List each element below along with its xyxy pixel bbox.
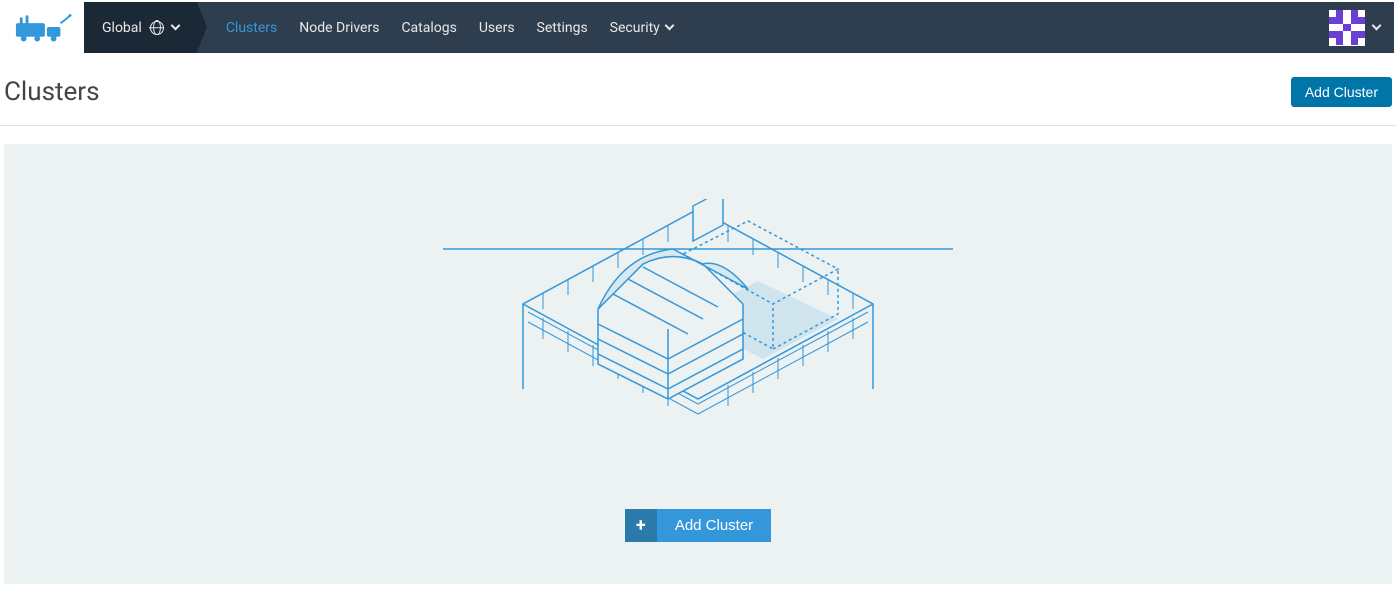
logo[interactable]	[2, 2, 84, 53]
plus-icon[interactable]: +	[625, 509, 657, 542]
nav-item-label: Security	[610, 20, 660, 36]
global-label: Global	[102, 20, 142, 36]
page-header: Clusters Add Cluster	[0, 55, 1396, 126]
chevron-down-icon	[664, 21, 674, 31]
nav-catalogs[interactable]: Catalogs	[390, 2, 467, 53]
chevron-down-icon	[170, 21, 180, 31]
user-menu[interactable]	[1315, 2, 1394, 53]
nav-node-drivers[interactable]: Node Drivers	[288, 2, 390, 53]
nav-users[interactable]: Users	[468, 2, 526, 53]
global-scope-selector[interactable]: Global	[84, 2, 197, 53]
add-cluster-button[interactable]: Add Cluster	[1291, 77, 1392, 107]
nav-security[interactable]: Security	[599, 2, 684, 53]
nav-item-label: Node Drivers	[299, 20, 379, 36]
nav-clusters[interactable]: Clusters	[215, 2, 288, 53]
nav-item-label: Catalogs	[401, 20, 456, 36]
avatar	[1329, 10, 1365, 46]
nav-item-label: Users	[479, 20, 515, 36]
empty-farm-illustration	[443, 199, 953, 459]
nav-item-label: Settings	[537, 20, 588, 36]
chevron-down-icon	[1372, 21, 1382, 31]
nav-settings[interactable]: Settings	[526, 2, 599, 53]
add-cluster-combo: + Add Cluster	[625, 509, 771, 542]
rancher-logo-icon	[14, 13, 72, 43]
nav-items: Clusters Node Drivers Catalogs Users Set…	[197, 2, 684, 53]
empty-state-panel: + Add Cluster	[4, 144, 1392, 584]
top-nav: Global Clusters Node Drivers Catalogs Us…	[2, 2, 1394, 53]
globe-icon	[150, 21, 164, 35]
page-title: Clusters	[4, 77, 100, 107]
nav-item-label: Clusters	[226, 20, 277, 36]
add-cluster-button-center[interactable]: Add Cluster	[657, 509, 771, 542]
